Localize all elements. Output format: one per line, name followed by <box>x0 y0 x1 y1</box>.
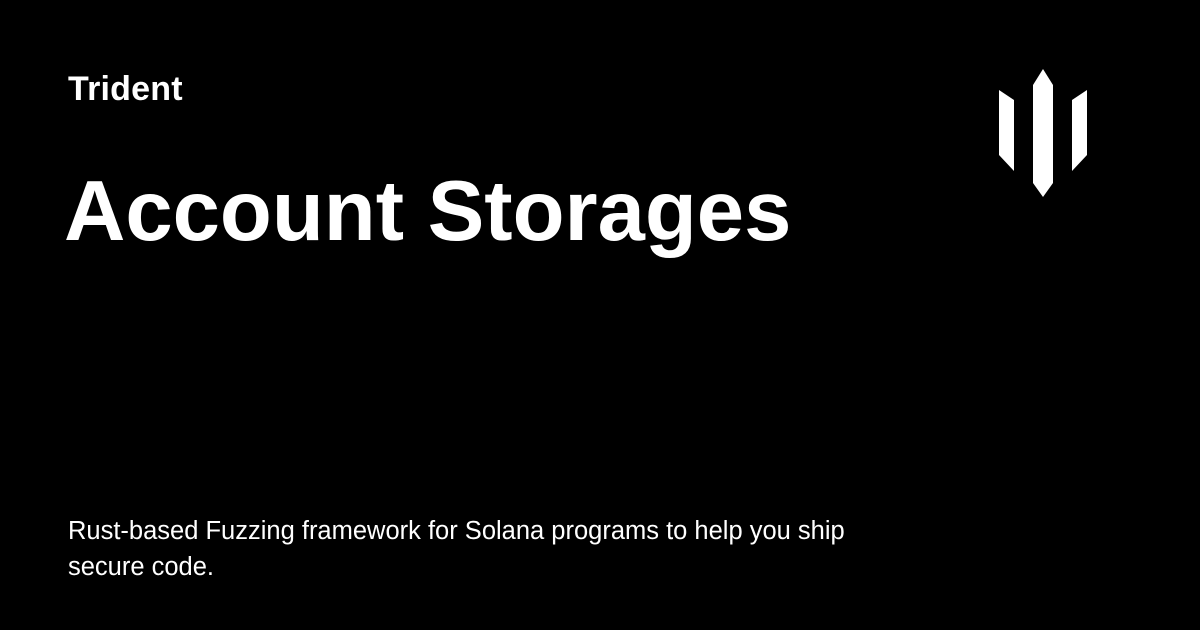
page-description: Rust-based Fuzzing framework for Solana … <box>68 517 845 581</box>
logo-right-prong <box>1072 90 1087 171</box>
site-name: Trident <box>68 70 183 108</box>
trident-logo-icon <box>999 69 1087 197</box>
logo-center-prong <box>1033 69 1053 197</box>
social-preview-card: Trident Account Storages Rust-based Fuzz… <box>0 0 1200 630</box>
logo-left-prong <box>999 90 1014 171</box>
page-title: Account Storages <box>64 164 792 259</box>
